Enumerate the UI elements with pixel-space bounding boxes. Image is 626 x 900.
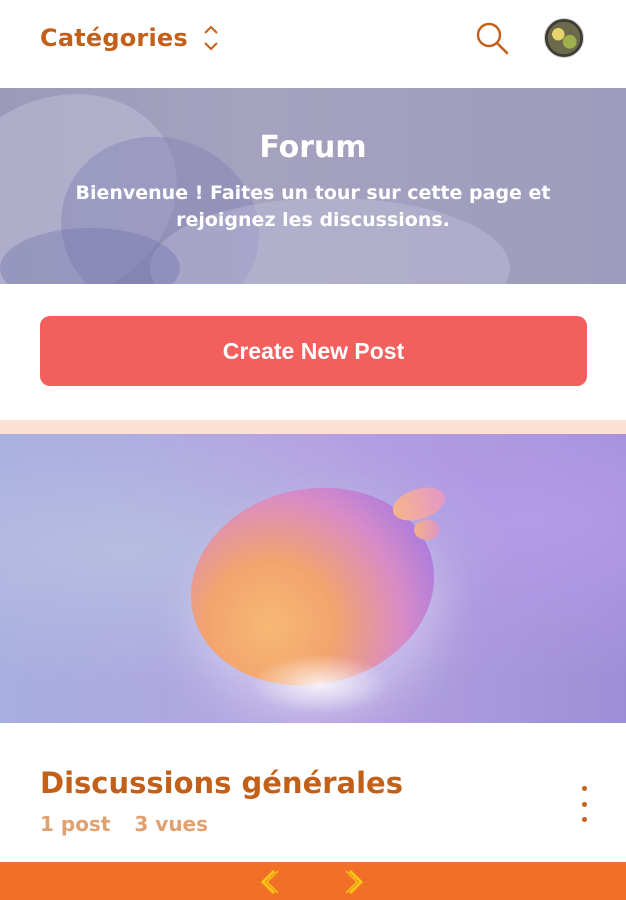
chevron-right-icon[interactable] bbox=[342, 868, 368, 896]
category-stats: 1 post 3 vues bbox=[40, 812, 208, 836]
view-count: 3 vues bbox=[134, 812, 209, 836]
dot bbox=[581, 801, 587, 807]
bottom-navigation-bar bbox=[0, 862, 626, 900]
post-count: 1 post bbox=[40, 812, 111, 836]
forum-banner: Forum Bienvenue ! Faites un tour sur cet… bbox=[0, 88, 626, 284]
chevron-up-down-icon bbox=[204, 25, 218, 51]
top-header: Catégories bbox=[0, 0, 626, 88]
create-new-post-button[interactable]: Create New Post bbox=[40, 316, 587, 386]
cover-shine bbox=[250, 654, 390, 714]
dot bbox=[581, 786, 587, 791]
chevron-left-icon[interactable] bbox=[256, 868, 282, 896]
cover-droplet bbox=[414, 520, 440, 540]
category-cover-image[interactable] bbox=[0, 434, 626, 723]
more-options-icon[interactable] bbox=[574, 786, 594, 822]
avatar[interactable] bbox=[544, 18, 584, 58]
dot bbox=[581, 817, 587, 822]
categories-dropdown[interactable]: Catégories bbox=[40, 20, 220, 56]
banner-subtitle: Bienvenue ! Faites un tour sur cette pag… bbox=[75, 182, 551, 231]
banner-title: Forum bbox=[259, 130, 367, 165]
card-top-strip bbox=[0, 420, 626, 434]
category-title[interactable]: Discussions générales bbox=[40, 766, 403, 800]
search-icon[interactable] bbox=[474, 20, 510, 56]
categories-label: Catégories bbox=[40, 24, 188, 52]
